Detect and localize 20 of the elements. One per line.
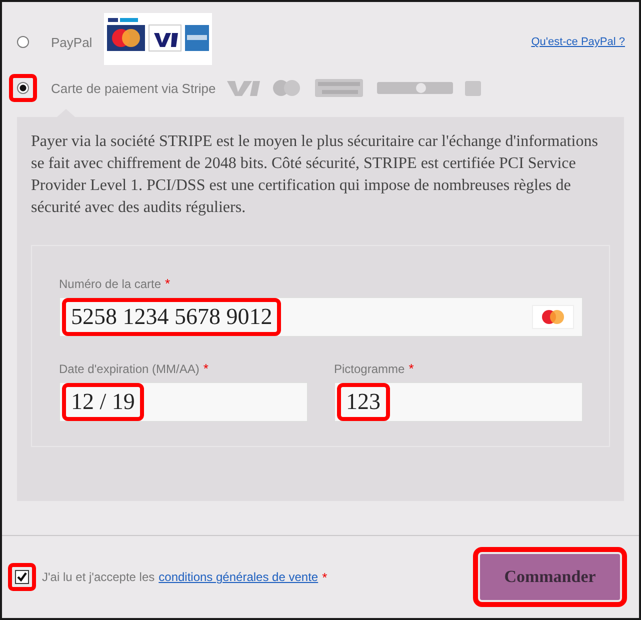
required-mark: * [408, 361, 414, 376]
terms-checkbox[interactable] [15, 570, 29, 584]
radio-button[interactable] [17, 82, 29, 94]
field-label: Pictogramme [334, 362, 405, 376]
card-number-field[interactable]: 5258 1234 5678 9012 [59, 297, 583, 337]
radio-button[interactable] [17, 36, 29, 48]
description-text: Payer via la société STRIPE est le moyen le plus sécuritaire car l'échange d'informations se fait avec chiffrement de 2048 bits. Côté sécurité, STRIPE est certifiée PCI Service Provider Level 1. PCI/DSS est une certification qui impose de nombreuses règles de sécurité avec des audits réguliers. [31, 132, 599, 218]
card-brand-icon [532, 305, 574, 329]
payment-method-label: Carte de paiement via Stripe [51, 80, 216, 96]
input-field[interactable]: 12 / 19 [59, 382, 308, 422]
paypal-info-link[interactable]: Qu'est-ce PayPal ? [531, 36, 625, 48]
required-mark: * [203, 361, 208, 376]
input-field[interactable]: 123 [334, 382, 583, 422]
field-label: Date d'expiration (MM/AA) [59, 362, 200, 376]
payment-method-label: PayPal [51, 34, 92, 50]
required-mark: * [322, 570, 328, 584]
required-mark: * [165, 276, 170, 291]
field-label: Numéro de la carte [59, 277, 162, 291]
terms-text: J'ai lu et j'accepte les [42, 570, 155, 584]
terms-link[interactable]: conditions générales de vente [158, 570, 318, 584]
